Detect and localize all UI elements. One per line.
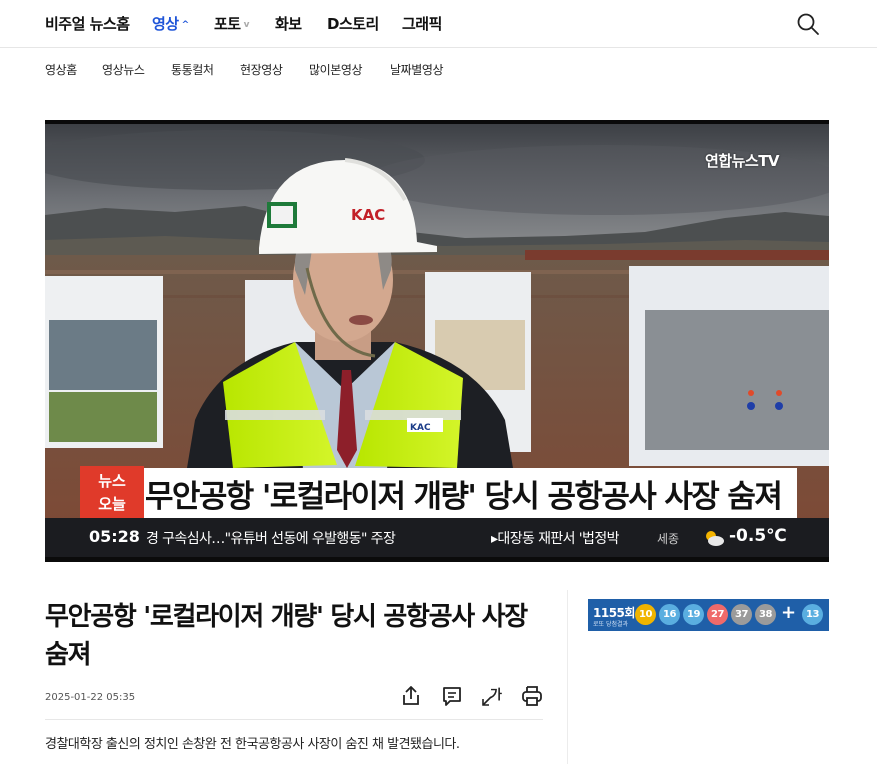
lower-third-caption: 무안공항 '로컬라이저 개량' 당시 공항공사 사장 숨져 (85, 468, 797, 518)
ticker-headline-1: 경 구속심사…"유튜버 선동에 우발행동" 주장 (146, 531, 396, 547)
nav-item-video[interactable]: 영상 ^ (152, 13, 189, 34)
lotto-ball: 19 (683, 604, 704, 625)
subnav-item-video-home[interactable]: 영상홈 (45, 61, 77, 78)
badge-line-2: 오늘 (98, 495, 126, 513)
vest-logo-text: KAC (410, 423, 431, 433)
comment-icon[interactable] (440, 684, 464, 708)
badge-line-1: 뉴스 (98, 472, 126, 490)
chevron-up-icon: ^ (181, 20, 190, 30)
nav-item-pictorial[interactable]: 화보 (275, 13, 302, 34)
subnav-item-field-video[interactable]: 현장영상 (240, 61, 283, 78)
font-size-icon[interactable]: 가 (480, 684, 504, 708)
subnav-item-by-date[interactable]: 날짜별영상 (390, 61, 444, 78)
chevron-down-icon: v (243, 20, 250, 30)
news-today-badge: 뉴스 오늘 (80, 466, 144, 520)
lotto-ball: 10 (635, 604, 656, 625)
global-nav: 비주얼 뉴스홈 영상 ^ 포토 v 화보 D스토리 그래픽 (0, 0, 877, 48)
channel-logo: 연합뉴스TV (705, 152, 780, 170)
nav-item-photo[interactable]: 포토 v (214, 13, 250, 34)
article-title: 무안공항 '로컬라이저 개량' 당시 공항공사 사장 숨져 (45, 602, 528, 670)
weather-temperature: -0.5℃ (729, 526, 787, 546)
lotto-subtitle: 로또 당첨결과 (593, 621, 629, 628)
article-divider (45, 719, 543, 720)
video-player[interactable]: KAC KAC 연합뉴스TV 무안공항 '로컬라이저 개량' 당시 공항공사 사… (45, 120, 829, 562)
share-icon[interactable] (399, 684, 423, 708)
lotto-ball: 38 (755, 604, 776, 625)
print-icon[interactable] (520, 684, 544, 708)
font-size-label: 가 (490, 688, 502, 703)
lotto-ball: 16 (659, 604, 680, 625)
video-top-border (45, 120, 829, 124)
subnav-item-culture[interactable]: 통통컬처 (171, 61, 214, 78)
video-bottom-border (45, 557, 829, 562)
nav-item-dstory[interactable]: D스토리 (327, 13, 379, 34)
weather-city: 세종 (657, 532, 680, 546)
lotto-bonus-ball: 13 (802, 604, 823, 625)
helmet-logo-text: KAC (351, 206, 385, 224)
nav-item-visual-home[interactable]: 비주얼 뉴스홈 (45, 13, 130, 34)
article-summary: 경찰대학장 출신의 정치인 손창완 전 한국공항공사 사장이 숨진 채 발견됐습… (45, 737, 460, 752)
lower-third-text: 무안공항 '로컬라이저 개량' 당시 공항공사 사장 숨져 (145, 479, 783, 515)
subnav-item-most-viewed[interactable]: 많이본영상 (309, 61, 363, 78)
lotto-result-banner[interactable]: 1155회 로또 당첨결과 10 16 19 27 37 38 + 13 (588, 599, 829, 631)
nav-item-photo-label: 포토 (214, 15, 241, 33)
lotto-ball: 37 (731, 604, 752, 625)
subnav-item-video-news[interactable]: 영상뉴스 (102, 61, 145, 78)
article-datetime: 2025-01-22 05:35 (45, 692, 136, 703)
lotto-plus-sign: + (781, 602, 797, 623)
column-divider (567, 590, 568, 764)
search-icon[interactable] (796, 12, 820, 36)
weather-cloud-icon (706, 531, 724, 546)
nav-item-video-label: 영상 (152, 15, 179, 33)
news-ticker: 05:28 경 구속심사…"유튜버 선동에 우발행동" 주장 ▸대장동 재판서 … (45, 518, 829, 558)
lotto-ball: 27 (707, 604, 728, 625)
ticker-time: 05:28 (89, 527, 140, 546)
nav-item-graphic[interactable]: 그래픽 (402, 13, 442, 34)
ticker-headline-2: ▸대장동 재판서 '법정박 (491, 531, 620, 547)
